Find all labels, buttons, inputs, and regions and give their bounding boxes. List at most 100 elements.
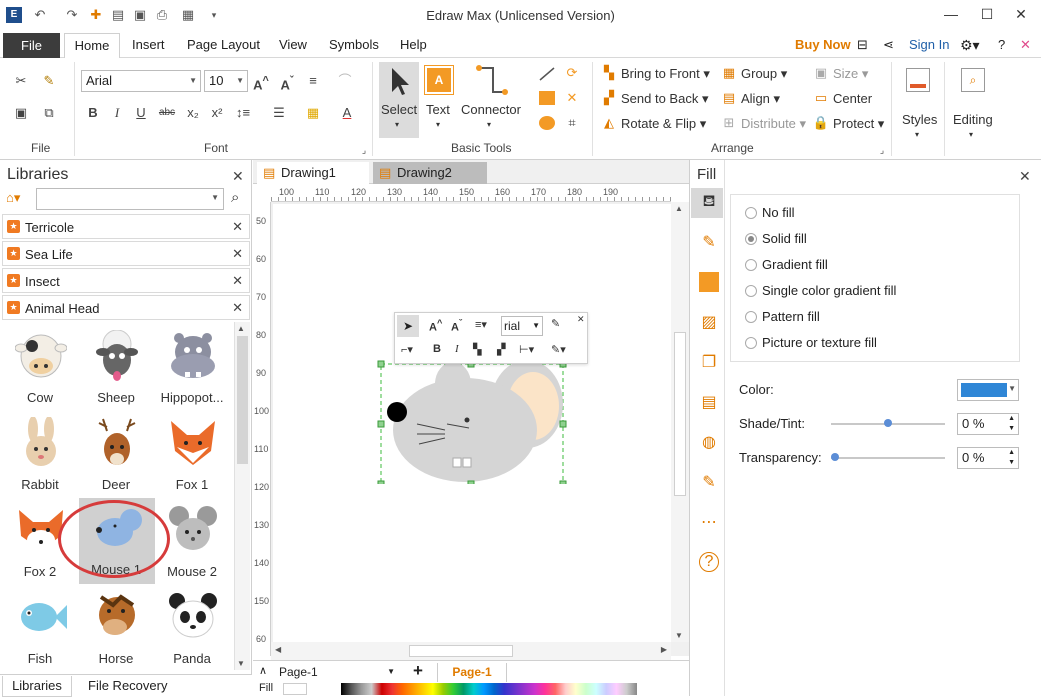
align-icon[interactable]: ⊢▾ — [519, 343, 534, 356]
connector-style-icon[interactable]: ⌐▾ — [401, 343, 413, 356]
crop-tool-icon[interactable]: ⌗ — [563, 114, 581, 132]
file-tab[interactable]: File — [3, 33, 60, 58]
radio-no-fill[interactable] — [745, 207, 757, 219]
bold-icon[interactable]: B — [84, 104, 102, 122]
shade-tint-input[interactable]: 0 % ▲ ▼ — [957, 413, 1019, 435]
page-tab-1[interactable]: Page-1 — [437, 663, 507, 683]
maximize-button[interactable]: ☐ — [972, 4, 1002, 24]
scroll-down-icon[interactable]: ▼ — [237, 659, 245, 668]
chevron-down-icon[interactable]: ▼ — [211, 193, 219, 202]
scroll-thumb[interactable] — [237, 336, 248, 464]
paste-icon[interactable]: ▣ — [12, 104, 30, 122]
gradient-fill-label[interactable]: Gradient fill — [762, 257, 828, 272]
radio-single-color-gradient-fill[interactable] — [745, 285, 757, 297]
scroll-thumb[interactable] — [409, 645, 513, 657]
connector-tool-icon[interactable] — [475, 64, 509, 98]
shade-tint-slider-knob[interactable] — [884, 419, 892, 427]
close-icon[interactable]: ✕ — [232, 219, 243, 235]
shape-deer[interactable]: Deer — [79, 413, 153, 499]
font-color-icon[interactable]: A — [338, 104, 356, 122]
text-align-icon[interactable]: ≡ — [304, 72, 322, 90]
chevron-up-icon[interactable]: ∧ — [259, 664, 267, 677]
solid-fill-label[interactable]: Solid fill — [762, 231, 807, 246]
line-color-icon[interactable]: ✎▾ — [551, 343, 566, 356]
no-fill-swatch[interactable] — [283, 683, 307, 695]
align-button[interactable]: Align ▾ — [741, 91, 780, 107]
library-scrollbar[interactable]: ▲ ▼ — [234, 322, 250, 670]
scroll-up-icon[interactable]: ▲ — [675, 204, 683, 213]
scroll-up-icon[interactable]: ▲ — [237, 324, 245, 333]
styles-button[interactable]: Styles — [902, 112, 937, 127]
shape-rabbit[interactable]: Rabbit — [3, 413, 77, 499]
library-category-terricole[interactable]: ★ Terricole ✕ — [2, 214, 250, 239]
italic-icon[interactable]: I — [455, 343, 459, 355]
minimize-button[interactable]: — — [936, 4, 966, 24]
bring-front-icon[interactable]: ▚ — [473, 343, 481, 356]
share-icon[interactable]: ⋖ — [883, 37, 894, 53]
center-button[interactable]: Center — [833, 91, 872, 106]
radio-pattern-fill[interactable] — [745, 311, 757, 323]
strikethrough-icon[interactable]: abc — [158, 104, 176, 122]
add-page-icon[interactable]: + — [413, 661, 423, 681]
library-category-sea-life[interactable]: ★ Sea Life ✕ — [2, 241, 250, 266]
radio-gradient-fill[interactable] — [745, 259, 757, 271]
tab-symbols[interactable]: Symbols — [329, 37, 379, 52]
account-icon[interactable]: ⊟ — [857, 37, 868, 53]
bullets-icon[interactable]: ☰ — [270, 104, 288, 122]
library-search-input[interactable]: ▼ — [36, 188, 224, 210]
cut-icon[interactable]: ✂ — [12, 72, 30, 90]
attachment-icon[interactable]: ✎ — [698, 472, 720, 494]
page-properties-icon[interactable]: ▤ — [698, 392, 720, 414]
scroll-left-icon[interactable]: ◀ — [275, 645, 281, 654]
search-icon[interactable]: ⌕ — [961, 68, 985, 92]
distribute-button[interactable]: Distribute ▾ — [741, 116, 806, 132]
bold-icon[interactable]: B — [433, 343, 441, 355]
color-picker[interactable]: ▼ — [957, 379, 1019, 401]
text-tool-icon[interactable]: A — [424, 65, 454, 95]
shape-hippopotamus[interactable]: Hippopot... — [155, 326, 229, 412]
shape-horse[interactable]: Horse — [79, 587, 153, 673]
page-select[interactable]: Page-1 ▼ — [279, 663, 399, 681]
canvas-horizontal-scrollbar[interactable]: ◀ ▶ — [271, 642, 671, 660]
close-icon[interactable]: ✕ — [577, 314, 585, 325]
search-icon[interactable]: ⌕ — [231, 189, 239, 206]
layers-icon[interactable]: ❐ — [698, 352, 720, 374]
transparency-slider[interactable] — [831, 457, 945, 459]
drawing-page[interactable]: ➤ A^ Aˇ ≡▾ rial ▼ ✎ ✕ ⌐▾ B I ▚ ▞ ⊢▾ ✎▾ — [273, 204, 671, 644]
canvas-vertical-scrollbar[interactable]: ▲ ▼ — [671, 202, 689, 642]
tab-help[interactable]: Help — [400, 37, 427, 52]
shadow-icon[interactable] — [699, 272, 719, 292]
subscript-icon[interactable]: x₂ — [184, 104, 202, 122]
library-category-insect[interactable]: ★ Insect ✕ — [2, 268, 250, 293]
image-icon[interactable]: ▨ — [698, 312, 720, 334]
single-color-gradient-fill-label[interactable]: Single color gradient fill — [762, 283, 896, 298]
comment-icon[interactable]: ⋯ — [698, 512, 720, 534]
close-icon[interactable]: ✕ — [1019, 168, 1031, 185]
buy-now-link[interactable]: Buy Now — [795, 37, 851, 52]
arc-tool-icon[interactable]: ⟳ — [563, 64, 581, 82]
highlight-icon[interactable]: ▦ — [304, 104, 322, 122]
text-align-icon[interactable]: ≡▾ — [475, 318, 487, 331]
scroll-thumb[interactable] — [674, 332, 686, 496]
editing-button[interactable]: Editing — [953, 112, 993, 127]
help-icon[interactable]: ? — [699, 552, 719, 572]
font-size-select[interactable]: 10 ▼ — [204, 70, 248, 92]
home-icon[interactable]: ⌂▾ — [6, 190, 20, 206]
rotate-flip-button[interactable]: Rotate & Flip ▾ — [621, 116, 706, 132]
rectangle-tool-icon[interactable] — [539, 91, 555, 105]
hyperlink-globe-icon[interactable]: ◍ — [698, 432, 720, 454]
tab-drawing1[interactable]: ▤ Drawing1 — [257, 162, 369, 184]
transparency-slider-knob[interactable] — [831, 453, 839, 461]
close-icon[interactable]: ✕ — [232, 246, 243, 262]
tab-insert[interactable]: Insert — [132, 37, 165, 52]
decrease-font-icon[interactable]: Aˇ — [278, 72, 296, 92]
no-fill-label[interactable]: No fill — [762, 205, 795, 220]
shape-fish[interactable]: Fish — [3, 587, 77, 673]
text-tool-label[interactable]: Text — [426, 102, 450, 117]
font-name-select[interactable]: Arial ▼ — [81, 70, 201, 92]
pointer-icon[interactable]: ➤ — [397, 315, 419, 337]
shape-sheep[interactable]: Sheep — [79, 326, 153, 412]
increase-font-icon[interactable]: A^ — [252, 72, 270, 92]
select-tool[interactable]: Select ▾ — [379, 62, 419, 138]
ellipse-tool-icon[interactable] — [539, 116, 555, 130]
